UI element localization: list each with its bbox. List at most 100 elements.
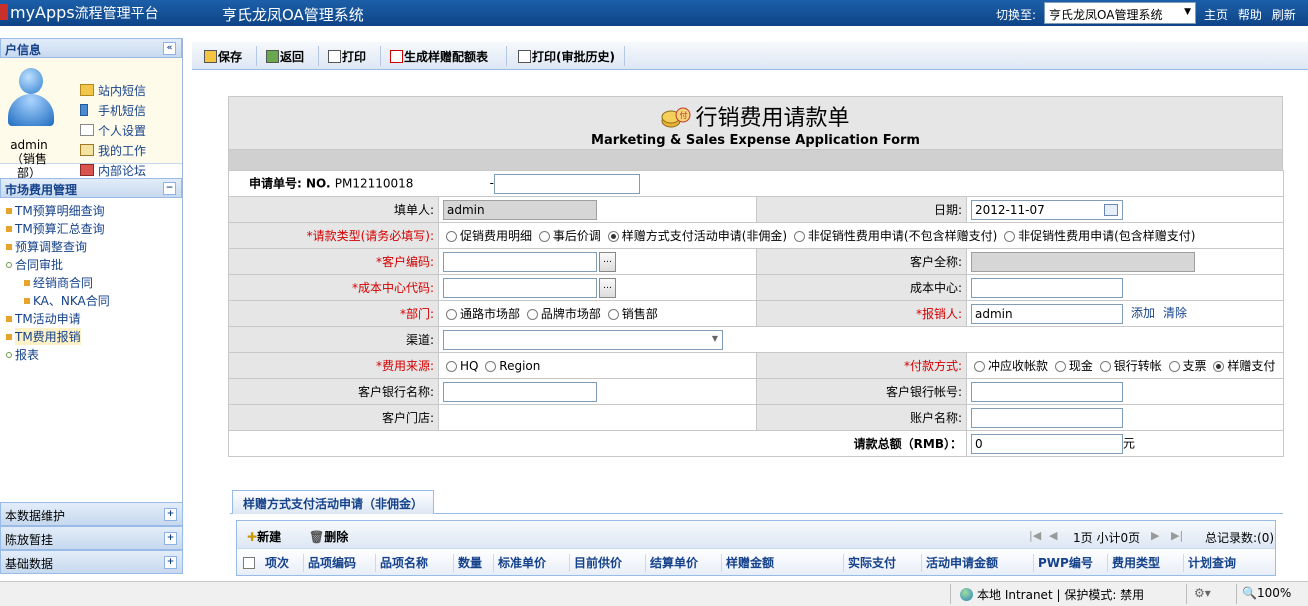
security-zone[interactable]: 本地 Intranet | 保护模式: 禁用 <box>960 586 1144 603</box>
pay-option-label: 样赠支付 <box>1227 359 1276 373</box>
bank-name-input[interactable] <box>443 381 597 402</box>
date-input[interactable]: 2012-11-07 <box>971 199 1123 220</box>
tree-expand-icon <box>6 262 12 268</box>
save-button[interactable]: 保存 <box>204 48 242 65</box>
first-page-icon[interactable]: |◀ <box>1029 529 1041 542</box>
expand-icon[interactable]: + <box>164 532 177 545</box>
col-header[interactable]: 样赠金额 <box>721 554 774 572</box>
source-option-label: HQ <box>460 358 479 373</box>
tree-item-reports[interactable]: 报表 <box>0 346 182 364</box>
tab-sample-gift-activity[interactable]: 样赠方式支付活动申请（非佣金） <box>232 490 435 514</box>
tree-item-tm-activity[interactable]: TM活动申请 <box>0 310 182 328</box>
col-header[interactable]: 标准单价 <box>493 554 546 572</box>
dept-radio-2[interactable] <box>607 309 619 320</box>
tree-item-budget-summary[interactable]: TM预算汇总查询 <box>0 220 182 238</box>
delete-row-button[interactable]: 🗑删除 <box>309 528 348 545</box>
col-header[interactable]: 项次 <box>261 554 289 572</box>
collapse-icon[interactable]: − <box>163 182 176 195</box>
pay-radio-1[interactable] <box>1054 361 1066 372</box>
dept-radio-1[interactable] <box>526 309 538 320</box>
filler-row: 填单人: admin 日期: 2012-11-07 <box>228 196 1284 223</box>
system-switch-select[interactable]: 亨氏龙凤OA管理系统 ▼ <box>1044 2 1196 24</box>
col-header[interactable]: PWP编号 <box>1033 554 1093 572</box>
print-button[interactable]: 打印 <box>328 48 366 65</box>
refresh-link[interactable]: 刷新 <box>1272 8 1296 22</box>
col-header[interactable]: 实际支付 <box>843 554 896 572</box>
status-divider <box>1236 584 1237 604</box>
tree-item-tm-reimburse[interactable]: TM费用报销 <box>0 328 182 346</box>
avatar-head <box>19 68 43 94</box>
expand-icon[interactable]: + <box>164 508 177 521</box>
source-radio-0[interactable] <box>446 360 457 372</box>
calendar-icon[interactable] <box>1104 203 1118 216</box>
col-header[interactable]: 数量 <box>453 554 482 572</box>
new-row-button[interactable]: ✚新建 <box>247 528 281 545</box>
channel-select[interactable]: ▼ <box>443 329 723 350</box>
account-name-input[interactable] <box>971 407 1123 428</box>
prev-page-icon[interactable]: ◀ <box>1049 529 1057 542</box>
tree-item-budget-adjust[interactable]: 预算调整查询 <box>0 238 182 256</box>
cust-lookup-button[interactable]: … <box>599 251 616 272</box>
col-header[interactable]: 结算单价 <box>645 554 698 572</box>
source-radio-1[interactable] <box>485 360 497 372</box>
type-radio-3[interactable] <box>793 231 805 242</box>
last-page-icon[interactable]: ▶| <box>1171 529 1183 542</box>
pay-radio-3[interactable] <box>1168 361 1180 372</box>
col-header[interactable]: 计划查询 <box>1183 554 1236 572</box>
user-menu-messages[interactable]: 站内短信 <box>80 82 146 102</box>
zoom-control[interactable]: 🔍100% <box>1242 586 1291 600</box>
back-button[interactable]: 返回 <box>266 48 304 65</box>
pay-radio-2[interactable] <box>1099 361 1111 372</box>
col-header[interactable]: 品项编码 <box>303 554 356 572</box>
type-radio-4[interactable] <box>1004 231 1016 242</box>
type-radio-0[interactable] <box>446 231 457 242</box>
clear-reimburser-link[interactable]: 清除 <box>1163 306 1187 320</box>
collapse-left-icon[interactable]: « <box>163 42 176 55</box>
help-link[interactable]: 帮助 <box>1238 8 1262 22</box>
print-history-button[interactable]: 打印(审批历史) <box>518 48 615 65</box>
cust-code-input[interactable] <box>443 251 597 272</box>
panel-basic-data[interactable]: 基础数据 + <box>0 550 183 574</box>
generate-quota-button[interactable]: 生成样赠配额表 <box>390 48 488 65</box>
tree-item-budget-detail[interactable]: TM预算明细查询 <box>0 202 182 220</box>
panel-suspend[interactable]: 陈放暂挂 + <box>0 526 183 550</box>
user-menu-sms[interactable]: 手机短信 <box>80 102 146 122</box>
user-menu-settings[interactable]: 个人设置 <box>80 122 146 142</box>
type-radio-1[interactable] <box>538 231 550 242</box>
expand-icon[interactable]: + <box>164 556 177 569</box>
logo-text: myApps <box>10 3 75 22</box>
pay-radio-0[interactable] <box>974 361 985 372</box>
next-page-icon[interactable]: ▶ <box>1151 529 1159 542</box>
home-link[interactable]: 主页 <box>1204 8 1228 22</box>
reimburser-label: *报销人: <box>915 307 962 321</box>
bank-account-input[interactable] <box>971 381 1123 402</box>
select-all-checkbox[interactable] <box>243 557 255 569</box>
page-info: 1页 小计0页 <box>1073 531 1141 545</box>
tree-item-dealer-contract[interactable]: 经销商合同 <box>0 274 182 292</box>
protection-icon[interactable]: ⚙▾ <box>1194 586 1211 600</box>
add-reimburser-link[interactable]: 添加 <box>1131 306 1155 320</box>
col-header[interactable]: 目前供价 <box>569 554 622 572</box>
panel-data-maintenance[interactable]: 本数据维护 + <box>0 502 183 526</box>
col-header[interactable]: 活动申请金额 <box>921 554 998 572</box>
total-cell: 0元 <box>966 430 1284 457</box>
tree-item-ka-contract[interactable]: KA、NKA合同 <box>0 292 182 310</box>
dept-option-label: 销售部 <box>621 307 658 321</box>
apply-no-suffix-input[interactable] <box>493 173 640 194</box>
expense-form: 付行销费用请款单 Marketing & Sales Expense Appli… <box>228 96 1284 457</box>
reimburser-input[interactable]: admin <box>971 303 1123 324</box>
cost-center-lookup-button[interactable]: … <box>599 277 616 298</box>
type-radio-2[interactable] <box>607 231 619 242</box>
tree-item-contract-approval[interactable]: 合同审批 <box>0 256 182 274</box>
cost-center-code-input[interactable] <box>443 277 597 298</box>
total-input[interactable]: 0 <box>971 433 1123 454</box>
cust-code-label-cell: *客户编码: <box>228 248 439 275</box>
toolbar-divider <box>506 46 507 66</box>
form-table: 申请单号: NO. PM12110018 - 填单人: admin 日期: 20… <box>228 170 1284 457</box>
cost-center-input[interactable] <box>971 277 1123 298</box>
user-menu-mywork[interactable]: 我的工作 <box>80 142 146 162</box>
col-header[interactable]: 品项名称 <box>375 554 428 572</box>
pay-radio-4[interactable] <box>1213 361 1225 372</box>
col-header[interactable]: 费用类型 <box>1107 554 1160 572</box>
dept-radio-0[interactable] <box>446 309 457 320</box>
